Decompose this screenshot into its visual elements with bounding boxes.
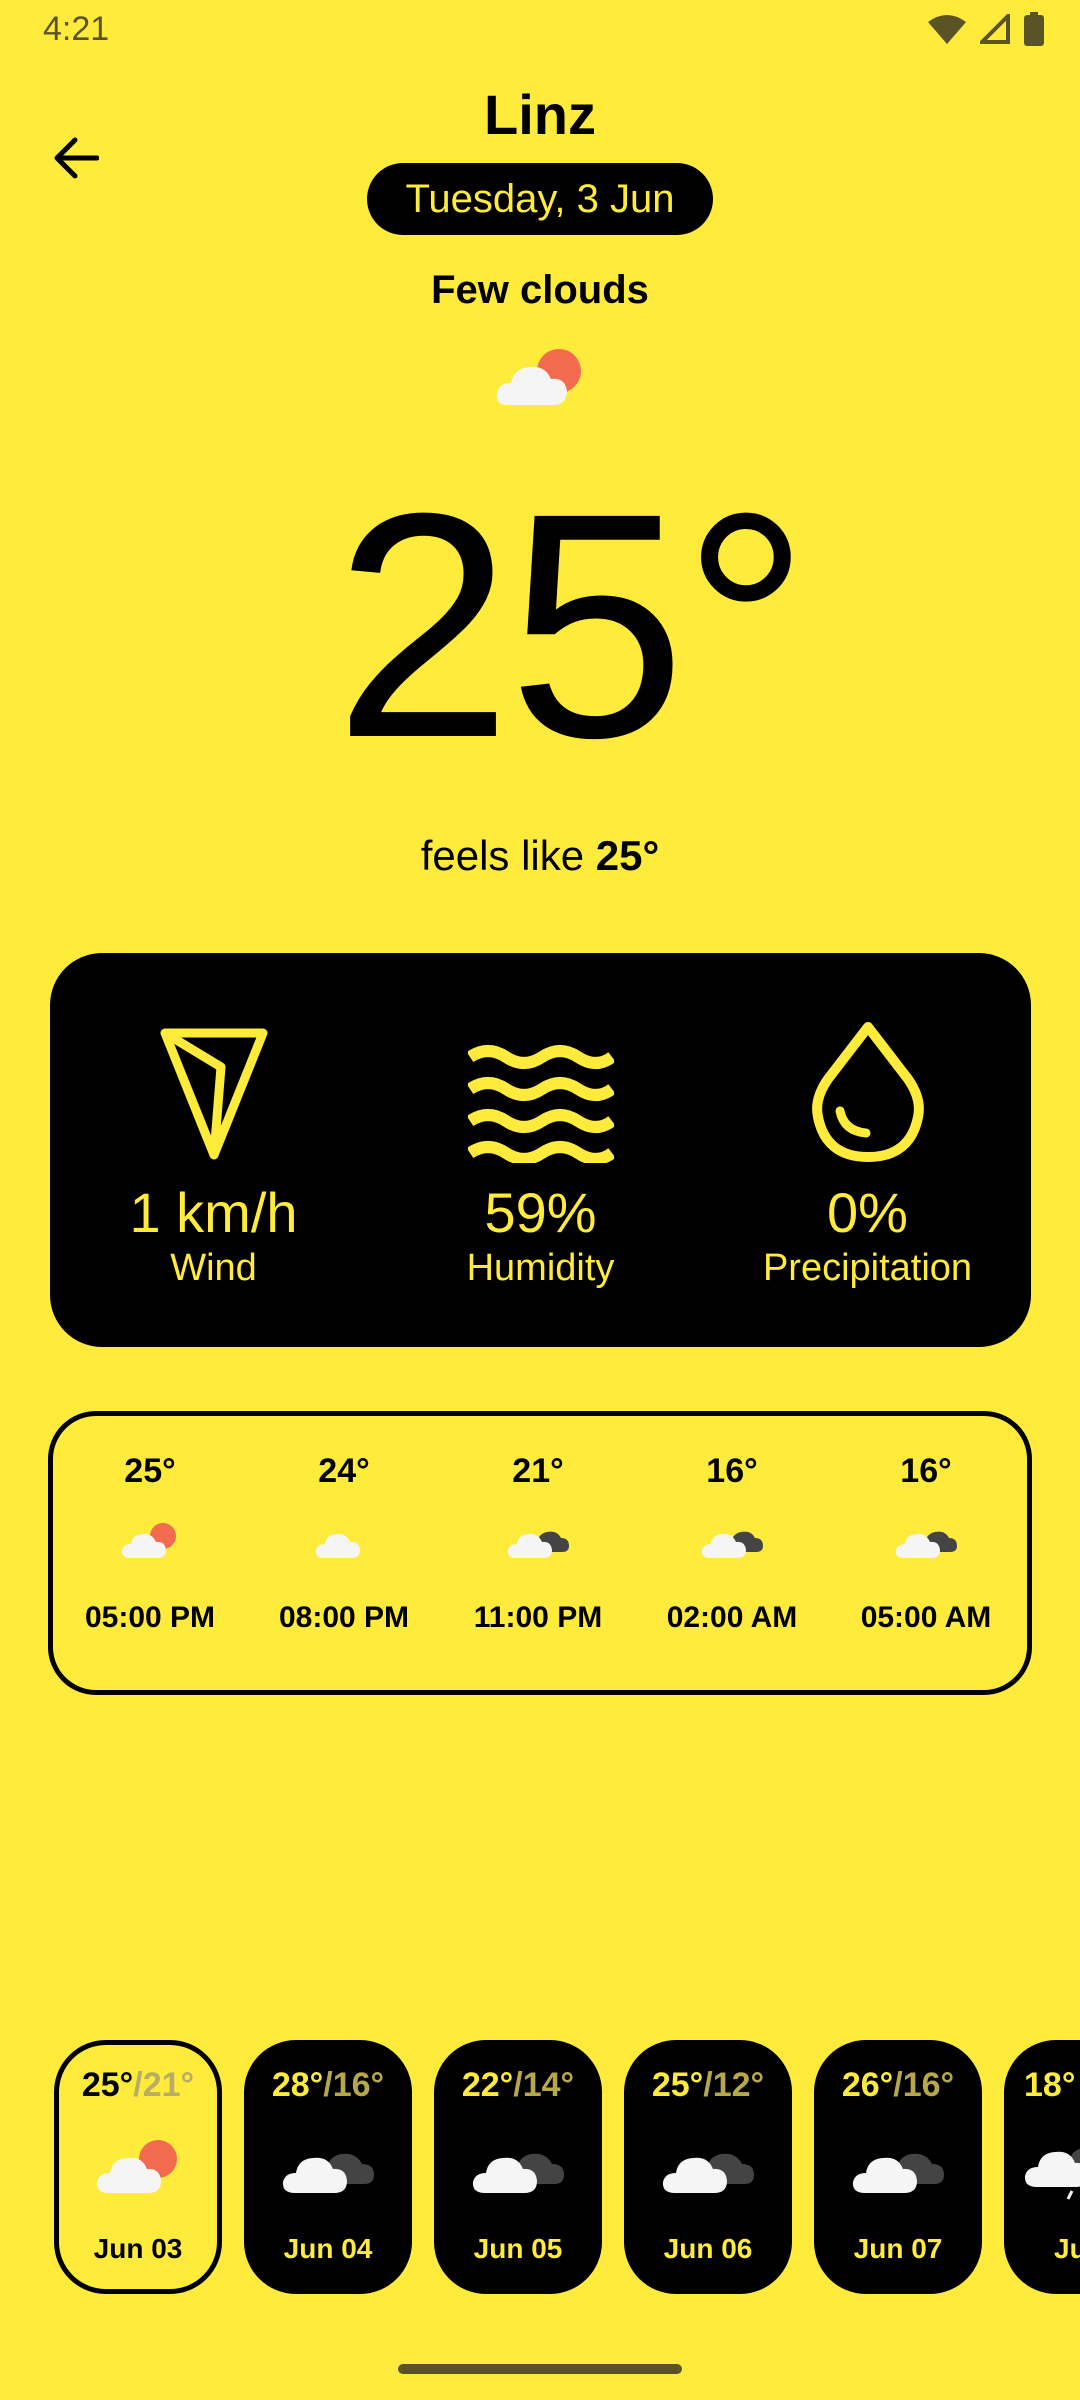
cloud-dark-icon <box>244 2121 412 2211</box>
daily-temps: 28°/16° <box>244 2066 412 2105</box>
cloud-dark-icon <box>829 1505 1023 1575</box>
feels-like-label: feels like <box>420 832 585 879</box>
daily-item[interactable]: 28°/16° Jun 04 <box>244 2040 412 2294</box>
daily-date: Jun 06 <box>663 2233 753 2264</box>
daily-item-partial[interactable]: 18° Jun <box>1004 2040 1080 2294</box>
cloud-dark-icon <box>441 1505 635 1575</box>
date-pill: Tuesday, 3 Jun <box>367 163 713 235</box>
feels-like: feels like 25° <box>0 832 1080 880</box>
hourly-time: 11:00 PM <box>473 1601 603 1634</box>
humidity-value: 59% <box>484 1181 597 1244</box>
cloud-sun-icon <box>495 345 587 412</box>
precipitation-value: 0% <box>827 1181 908 1244</box>
feels-like-value: 25° <box>595 832 660 879</box>
hourly-time: 08:00 PM <box>278 1601 410 1634</box>
daily-temps: 25°/12° <box>624 2066 792 2105</box>
water-drop-icon <box>704 1022 1031 1163</box>
daily-high: 18° <box>1024 2066 1076 2104</box>
hourly-temp: 24° <box>318 1452 370 1490</box>
daily-low: /21° <box>133 2066 195 2104</box>
daily-low: /16° <box>323 2066 385 2104</box>
battery-icon <box>1024 12 1044 46</box>
daily-date: Jun 04 <box>283 2233 373 2264</box>
cloud-sun-icon <box>53 1505 247 1575</box>
daily-temps: 22°/14° <box>434 2066 602 2105</box>
daily-date: Jun 07 <box>853 2233 943 2264</box>
daily-temps: 18° <box>1024 2066 1080 2105</box>
condition-label: Few clouds <box>431 268 649 312</box>
daily-item[interactable]: 22°/14° Jun 05 <box>434 2040 602 2294</box>
daily-date: Jun 05 <box>473 2233 563 2264</box>
cloud-dark-icon <box>624 2121 792 2211</box>
wind-value: 1 km/h <box>129 1181 298 1244</box>
status-time: 4:21 <box>43 10 110 48</box>
daily-date: Jun <box>1054 2233 1080 2264</box>
home-gesture-bar[interactable] <box>398 2364 682 2374</box>
wind-label: Wind <box>170 1247 257 1289</box>
hourly-temp: 21° <box>512 1452 564 1490</box>
city-title: Linz <box>484 83 596 146</box>
cloud-rain-icon <box>1024 2121 1080 2211</box>
status-icons <box>928 12 1044 46</box>
hourly-item: 24° 08:00 PM <box>247 1452 441 1635</box>
cloud-dark-icon <box>814 2121 982 2211</box>
metric-humidity: 59% Humidity <box>377 1023 704 1290</box>
daily-low: /14° <box>513 2066 575 2104</box>
metric-precipitation: 0% Precipitation <box>704 1022 1031 1290</box>
wifi-icon <box>928 15 966 44</box>
wind-direction-icon <box>50 1023 377 1163</box>
daily-high: 22° <box>461 2066 514 2104</box>
hourly-forecast-card: 25° 05:00 PM 24° 08:00 PM 21° 11:00 PM 1… <box>48 1411 1032 1695</box>
precipitation-label: Precipitation <box>762 1247 973 1289</box>
metric-wind: 1 km/h Wind <box>50 1023 377 1290</box>
date-label: Tuesday, 3 Jun <box>405 176 675 221</box>
hourly-temp: 16° <box>706 1452 758 1490</box>
daily-high: 25° <box>651 2066 704 2104</box>
daily-high: 25° <box>81 2066 134 2104</box>
hourly-item: 21° 11:00 PM <box>441 1452 635 1635</box>
cloud-dark-icon <box>434 2121 602 2211</box>
hourly-time: 02:00 AM <box>666 1601 798 1634</box>
hourly-temp: 25° <box>124 1452 176 1490</box>
daily-item[interactable]: 26°/16° Jun 07 <box>814 2040 982 2294</box>
humidity-label: Humidity <box>466 1247 615 1289</box>
cloud-icon <box>247 1505 441 1575</box>
daily-temps: 26°/16° <box>814 2066 982 2105</box>
daily-temps: 25°/21° <box>59 2066 217 2105</box>
hourly-item: 16° 05:00 AM <box>829 1452 1023 1635</box>
daily-item[interactable]: 25°/12° Jun 06 <box>624 2040 792 2294</box>
hourly-temp: 16° <box>900 1452 952 1490</box>
cloud-dark-icon <box>635 1505 829 1575</box>
metrics-card: 1 km/h Wind 59% Humidity 0% Precipitatio <box>50 953 1031 1347</box>
hourly-time: 05:00 AM <box>860 1601 992 1634</box>
daily-low: /12° <box>703 2066 765 2104</box>
daily-low: /16° <box>893 2066 955 2104</box>
hourly-item: 25° 05:00 PM <box>53 1452 247 1635</box>
cloud-sun-icon <box>59 2121 217 2211</box>
hourly-time: 05:00 PM <box>84 1601 216 1634</box>
signal-icon <box>980 14 1010 44</box>
daily-item-selected[interactable]: 25°/21° Jun 03 <box>54 2040 222 2294</box>
daily-high: 26° <box>841 2066 894 2104</box>
daily-date: Jun 03 <box>93 2233 183 2264</box>
humidity-waves-icon <box>377 1023 704 1163</box>
daily-high: 28° <box>271 2066 324 2104</box>
hourly-item: 16° 02:00 AM <box>635 1452 829 1635</box>
current-temperature: 25° <box>334 446 810 804</box>
